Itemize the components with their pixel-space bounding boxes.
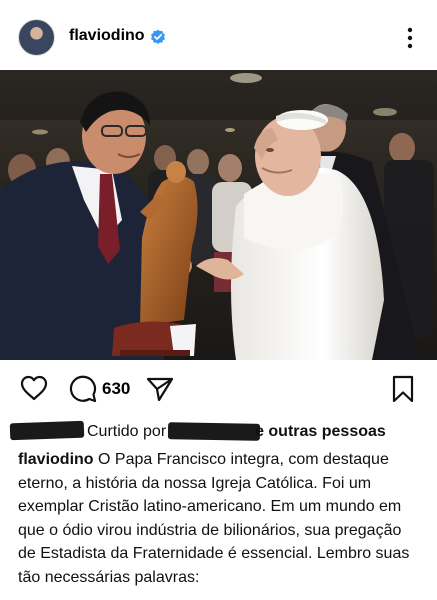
post-header: flaviodino xyxy=(0,0,437,70)
caption-text: O Papa Francisco integra, com destaque e… xyxy=(18,451,410,586)
post-action-bar: 630 xyxy=(0,372,437,404)
post-photo[interactable] xyxy=(0,70,437,360)
post-caption: flaviodino O Papa Francisco integra, com… xyxy=(18,448,422,589)
bookmark-icon[interactable] xyxy=(392,375,414,403)
more-options-icon[interactable] xyxy=(400,26,420,50)
comment-count: 630 xyxy=(102,379,131,398)
heart-icon[interactable] xyxy=(20,375,48,401)
redacted-avatars xyxy=(9,420,85,441)
liked-by-prefix: Curtido por xyxy=(87,423,167,440)
send-icon[interactable] xyxy=(146,376,174,402)
verified-badge-icon xyxy=(151,29,165,44)
caption-username[interactable]: flaviodino xyxy=(18,451,94,468)
liked-by-suffix: e outras pessoas xyxy=(255,423,386,440)
post-username[interactable]: flaviodino xyxy=(69,27,145,45)
profile-avatar[interactable] xyxy=(18,19,55,56)
comment-icon[interactable] xyxy=(68,374,97,403)
liked-by-text[interactable]: Curtido por e outras pessoas xyxy=(87,423,386,441)
